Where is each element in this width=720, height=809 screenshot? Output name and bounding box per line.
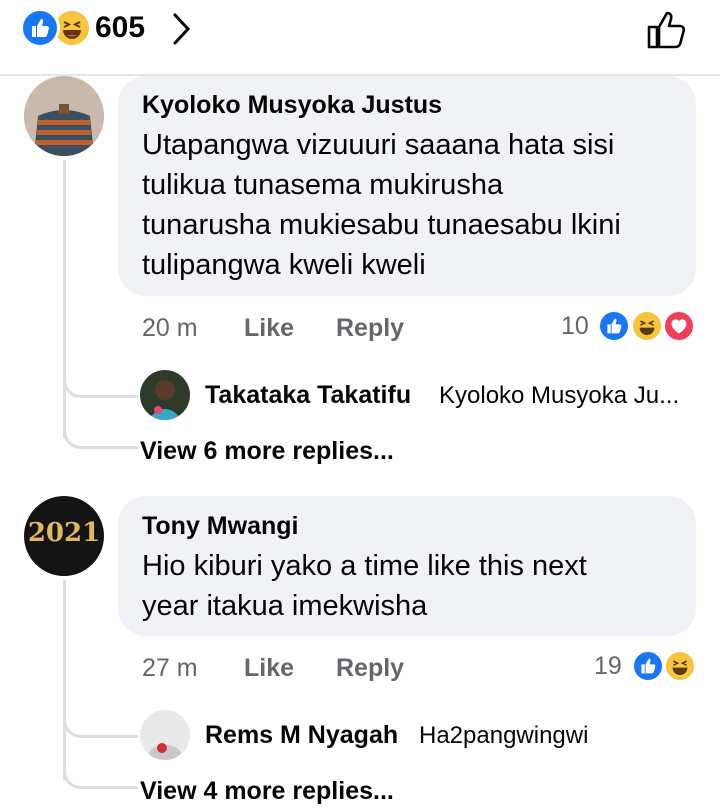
- thumbs-up-outline-icon[interactable]: [646, 8, 690, 55]
- reply-author[interactable]: Takataka Takatifu: [205, 380, 411, 410]
- comment-text-line: tulikua tunasema mukirusha: [142, 169, 504, 201]
- reply-text[interactable]: Ha2pangwingwi: [419, 721, 588, 751]
- comment-time[interactable]: 20 m: [142, 313, 198, 343]
- reactions-summary-bar[interactable]: 605: [0, 0, 720, 76]
- comment-reaction-count[interactable]: 19: [594, 651, 622, 681]
- thread-line: [63, 160, 66, 438]
- haha-icon: [663, 649, 697, 683]
- thread-line: [63, 580, 66, 780]
- view-more-replies-link[interactable]: View 6 more replies...: [140, 436, 394, 466]
- like-icon: [631, 649, 665, 683]
- comment-text-line: Utapangwa vizuuuri saaana hata sisi: [142, 129, 615, 161]
- like-icon: [20, 8, 60, 48]
- view-more-replies-link[interactable]: View 4 more replies...: [140, 776, 394, 806]
- reply-text[interactable]: Kyoloko Musyoka Ju...: [439, 381, 679, 411]
- reply-connector: [63, 420, 138, 449]
- chevron-right-icon[interactable]: [172, 12, 192, 51]
- reply-connector: [63, 705, 138, 738]
- comment-reaction-count[interactable]: 10: [561, 311, 589, 341]
- comment-time[interactable]: 27 m: [142, 653, 198, 683]
- reply-button[interactable]: Reply: [336, 653, 404, 683]
- reply-button[interactable]: Reply: [336, 313, 404, 343]
- reply-author[interactable]: Rems M Nyagah: [205, 720, 398, 750]
- love-icon: [662, 309, 696, 343]
- haha-icon: [630, 309, 664, 343]
- like-button[interactable]: Like: [244, 313, 294, 343]
- like-icon: [597, 309, 631, 343]
- comment-author[interactable]: Tony Mwangi: [142, 511, 298, 541]
- comment-text-line: Hio kiburi yako a time like this next: [142, 550, 587, 582]
- comment-author[interactable]: Kyoloko Musyoka Justus: [142, 90, 442, 120]
- avatar[interactable]: [140, 710, 190, 760]
- reply-connector: [63, 365, 138, 398]
- avatar[interactable]: [140, 370, 190, 420]
- comment-text-line: tulipangwa kweli kweli: [142, 249, 426, 281]
- like-button[interactable]: Like: [244, 653, 294, 683]
- reply-connector: [63, 760, 138, 789]
- avatar[interactable]: 2021: [24, 496, 104, 576]
- reaction-count[interactable]: 605: [95, 8, 145, 48]
- comment-text-line: tunarusha mukiesabu tunaesabu lkini: [142, 209, 621, 241]
- avatar-text: 2021: [27, 518, 101, 548]
- comment-text-line: year itakua imekwisha: [142, 590, 428, 622]
- avatar[interactable]: [24, 76, 104, 156]
